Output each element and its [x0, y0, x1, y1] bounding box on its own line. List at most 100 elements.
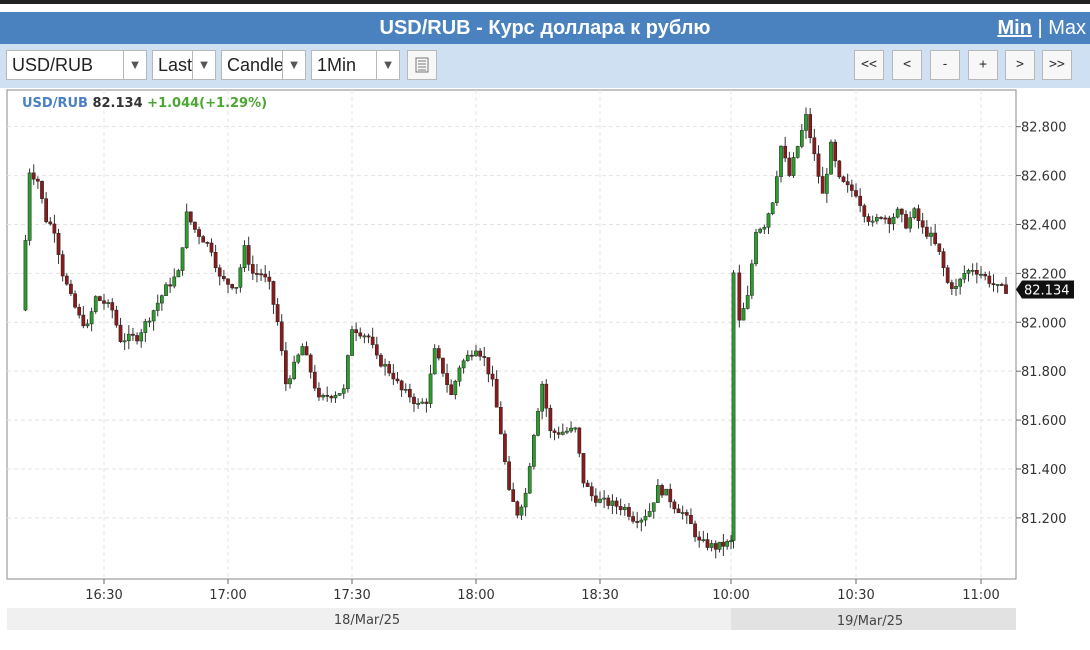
candle-body [366, 335, 371, 338]
candlestick-chart[interactable]: 82.800 82.600 82.400 82.200 82.000 81.800 81.6… [0, 88, 1090, 646]
candle-body [395, 378, 400, 382]
candle-body [379, 354, 383, 367]
candle-body [498, 406, 503, 435]
interval-select[interactable]: 1Min ▼ [311, 50, 400, 80]
candle-body [598, 498, 602, 503]
candle-body [837, 160, 842, 178]
candle-body [519, 506, 524, 516]
candle-body [325, 394, 330, 397]
candle-body [135, 335, 139, 342]
chevron-down-icon[interactable]: ▼ [123, 51, 146, 79]
candle-body [93, 296, 98, 312]
candle-body [581, 453, 586, 484]
candle-body [354, 329, 358, 334]
y-tick-label: 82.800 [1021, 121, 1067, 136]
candle-body [412, 396, 416, 404]
candle-body [89, 311, 94, 325]
min-link[interactable]: Min [997, 17, 1031, 39]
candle-body [783, 145, 788, 159]
chart-area[interactable]: 82.800 82.600 82.400 82.200 82.000 81.800 81.6… [0, 88, 1090, 646]
candle-body [234, 287, 239, 289]
data-table-button[interactable] [407, 50, 437, 80]
candle-body [383, 364, 387, 367]
candle-body [577, 427, 582, 454]
y-tick-label: 82.200 [1021, 267, 1067, 282]
symbol-select[interactable]: USD/RUB ▼ [6, 50, 147, 80]
candle-body [795, 146, 800, 158]
candle-body [614, 500, 619, 507]
candle-body [358, 332, 363, 337]
candle-body [717, 541, 722, 550]
candle-body [48, 221, 53, 225]
candle-body [979, 273, 983, 276]
nav-prev-button[interactable]: < [892, 50, 922, 80]
candle-body [697, 536, 702, 541]
zoom-out-button[interactable]: - [930, 50, 960, 80]
candle-body [870, 220, 875, 223]
candle-body [949, 282, 954, 289]
candle-body [731, 272, 736, 541]
candle-body [536, 410, 540, 436]
candle-body [288, 378, 292, 385]
candle-body [408, 388, 412, 398]
candle-body [693, 523, 697, 538]
chart-legend: USD/RUB 82.134 +1.044(+1.29%) [22, 96, 267, 111]
candle-body [701, 539, 706, 541]
chevron-down-icon[interactable]: ▼ [192, 51, 215, 79]
candle-body [168, 284, 172, 287]
candle-body [300, 346, 305, 356]
nav-last-button[interactable]: >> [1042, 50, 1072, 80]
candle-body [155, 302, 160, 311]
price-field-value: Last [158, 55, 193, 75]
candle-body [36, 178, 40, 182]
candle-body [449, 384, 454, 395]
nav-first-button[interactable]: << [854, 50, 884, 80]
zoom-in-button[interactable]: + [968, 50, 998, 80]
candle-body [879, 217, 883, 219]
chart-type-value: Candle [227, 55, 285, 75]
candle-body [841, 176, 846, 182]
y-tick-label: 82.600 [1021, 170, 1067, 185]
candle-body [143, 321, 148, 333]
chevron-down-icon[interactable]: ▼ [282, 51, 305, 79]
symbol-select-value: USD/RUB [12, 55, 94, 75]
x-tick-label: 18:00 [457, 588, 494, 603]
candle-body [824, 173, 829, 194]
candle-body [651, 502, 656, 512]
price-field-select[interactable]: Last ▼ [152, 50, 216, 80]
x-tick-label: 16:30 [85, 588, 122, 603]
x-tick-label: 10:30 [837, 588, 874, 603]
candle-body [176, 270, 181, 278]
candle-body [205, 242, 210, 244]
interval-value: 1Min [317, 55, 357, 75]
candle-body [222, 275, 226, 280]
candle-body [151, 310, 156, 322]
max-link[interactable]: Max [1048, 17, 1086, 39]
candle-body [255, 273, 259, 275]
candle-body [416, 403, 420, 405]
candle-body [705, 539, 710, 548]
candle-body [899, 208, 904, 215]
chevron-down-icon[interactable]: ▼ [376, 51, 399, 79]
candle-body [874, 217, 879, 222]
candle-body [98, 296, 102, 301]
candle-body [966, 270, 971, 274]
candle-body [749, 263, 754, 296]
candle-body [689, 515, 693, 525]
range-separator: | [1037, 17, 1043, 39]
candle-body [337, 393, 342, 396]
candle-body [77, 306, 82, 316]
candle-body [995, 284, 1000, 286]
chart-type-select[interactable]: Candle ▼ [221, 50, 306, 80]
candle-body [73, 293, 77, 308]
candle-body [812, 137, 817, 155]
candle-body [60, 254, 65, 277]
candle-body [333, 395, 338, 399]
candle-body [478, 350, 482, 357]
candle-body [486, 357, 491, 375]
candle-body [507, 461, 511, 490]
candle-body [758, 228, 763, 233]
nav-next-button[interactable]: > [1005, 50, 1035, 80]
candle-body [1004, 284, 1008, 294]
candle-body [741, 308, 746, 321]
